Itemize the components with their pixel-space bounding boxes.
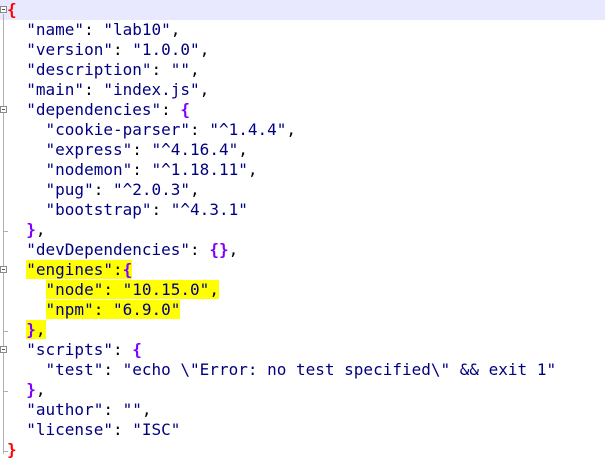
fold-collapse-icon[interactable] [0, 106, 7, 113]
code-line-8: "express": "^4.16.4", [45, 140, 248, 159]
fold-guide-line [3, 14, 4, 454]
code-line-15-highlighted: "node": "10.15.0", [45, 280, 219, 299]
code-line-12: }, [26, 220, 46, 239]
code-line-20: }, [26, 380, 46, 399]
code-area[interactable]: { "name": "lab10", "version": "1.0.0", "… [7, 0, 605, 460]
code-line-13: "devDependencies": {}, [26, 240, 239, 259]
code-line-6: "dependencies": { [26, 100, 191, 119]
code-line-14-highlighted: "engines":{ [26, 260, 133, 279]
code-line-23: } [7, 440, 17, 459]
code-line-19: "test": "echo \"Error: no test specified… [45, 360, 557, 379]
code-line-22: "license": "ISC" [26, 420, 181, 439]
fold-collapse-icon[interactable] [0, 266, 7, 273]
code-line-1: { [7, 0, 17, 19]
code-line-3: "version": "1.0.0", [26, 40, 210, 59]
code-line-7: "cookie-parser": "^1.4.4", [45, 120, 297, 139]
code-line-10: "pug": "^2.0.3", [45, 180, 200, 199]
fold-collapse-icon[interactable] [0, 346, 7, 353]
code-line-21: "author": "", [26, 400, 152, 419]
code-line-9: "nodemon": "^1.18.11", [45, 160, 258, 179]
code-line-16-highlighted: "npm": "6.9.0" [45, 300, 181, 319]
code-line-17-highlighted: }, [26, 320, 46, 339]
code-line-4: "description": "", [26, 60, 200, 79]
code-editor[interactable]: { "name": "lab10", "version": "1.0.0", "… [0, 0, 605, 470]
code-line-18: "scripts": { [26, 340, 142, 359]
code-line-5: "main": "index.js", [26, 80, 210, 99]
code-line-11: "bootstrap": "^4.3.1" [45, 200, 248, 219]
fold-collapse-icon[interactable] [0, 6, 7, 13]
code-line-2: "name": "lab10", [26, 20, 181, 39]
